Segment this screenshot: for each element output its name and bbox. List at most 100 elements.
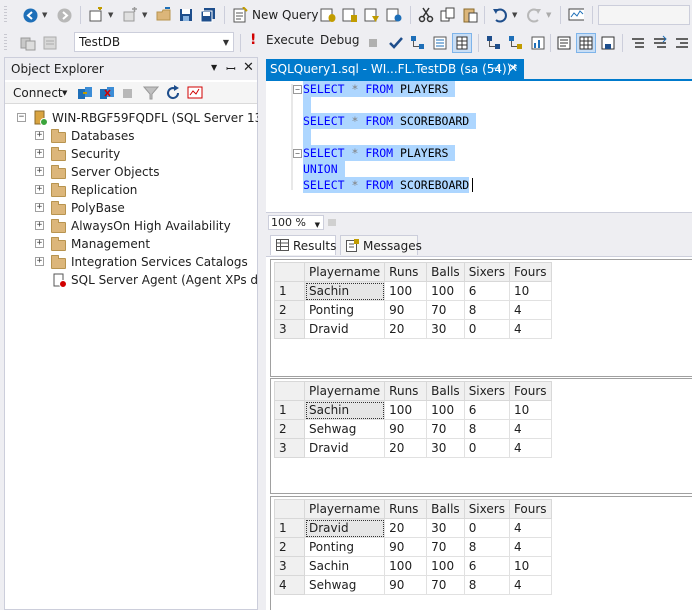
- table-cell[interactable]: 4: [508, 438, 552, 458]
- add-item-dropdown-icon[interactable]: ▼: [142, 11, 147, 19]
- tab-sqlquery1[interactable]: SQLQuery1.sql - WI...FL.TestDB (sa (54))…: [266, 59, 524, 79]
- pin-icon[interactable]: ꟷ: [226, 60, 236, 77]
- row-number[interactable]: 2: [274, 300, 305, 320]
- expand-icon[interactable]: +: [35, 149, 44, 158]
- result-grid-3[interactable]: Playername Runs Balls Sixers Fours 1 Dra…: [270, 496, 692, 610]
- table-cell[interactable]: 90: [384, 300, 428, 320]
- analysis-query-icon[interactable]: [342, 7, 358, 23]
- table-cell[interactable]: 4: [508, 575, 552, 595]
- table-cell[interactable]: 20: [384, 518, 428, 538]
- result-grid-2[interactable]: Playername Runs Balls Sixers Fours 1 Sac…: [270, 378, 692, 494]
- column-header[interactable]: Fours: [508, 381, 552, 401]
- refresh-icon[interactable]: [165, 85, 181, 101]
- column-header[interactable]: Playername: [303, 381, 386, 401]
- undo-icon[interactable]: [492, 7, 508, 23]
- table-cell[interactable]: 4: [508, 518, 552, 538]
- table-cell[interactable]: 100: [384, 281, 428, 301]
- database-select[interactable]: TestDB ▼: [74, 32, 234, 52]
- column-header[interactable]: Sixers: [463, 381, 510, 401]
- panel-splitter[interactable]: [258, 57, 266, 610]
- redo-dropdown-icon[interactable]: ▼: [546, 11, 551, 19]
- table-cell[interactable]: Dravid: [303, 438, 386, 458]
- corner-cell[interactable]: [274, 262, 305, 282]
- table-row[interactable]: 1 Sachin 100 100 6 10: [274, 400, 552, 420]
- table-cell[interactable]: 70: [426, 300, 465, 320]
- table-cell[interactable]: 6: [463, 400, 510, 420]
- back-dropdown-icon[interactable]: ▼: [42, 11, 47, 19]
- row-number[interactable]: 3: [274, 438, 305, 458]
- table-cell[interactable]: 4: [508, 319, 552, 339]
- table-cell[interactable]: Sachin: [303, 281, 386, 301]
- fold-icon[interactable]: −: [293, 85, 302, 94]
- connect-object-explorer-icon[interactable]: [77, 85, 93, 101]
- execute-icon[interactable]: !: [250, 32, 256, 48]
- query-editor[interactable]: − − SELECT * FROM PLAYERS SELECT * FROM …: [266, 81, 692, 212]
- back-icon[interactable]: [22, 7, 38, 23]
- open-file-icon[interactable]: [156, 7, 172, 23]
- column-header[interactable]: Balls: [426, 381, 465, 401]
- table-cell[interactable]: 8: [463, 575, 510, 595]
- table-cell[interactable]: 30: [426, 518, 465, 538]
- row-number[interactable]: 1: [274, 400, 305, 420]
- table-cell[interactable]: 100: [426, 556, 465, 576]
- table-cell[interactable]: 6: [463, 281, 510, 301]
- panel-menu-icon[interactable]: ▼: [211, 63, 217, 72]
- activity-monitor-icon[interactable]: [568, 7, 584, 23]
- table-cell[interactable]: Sehwag: [303, 419, 386, 439]
- table-cell[interactable]: 4: [508, 300, 552, 320]
- toolbar-grip[interactable]: [4, 34, 7, 52]
- table-cell[interactable]: 0: [463, 518, 510, 538]
- table-row[interactable]: 2 Sehwag 90 70 8 4: [274, 419, 552, 439]
- results-to-text-icon[interactable]: [556, 35, 572, 51]
- column-header[interactable]: Fours: [508, 499, 552, 519]
- column-header[interactable]: Sixers: [463, 262, 510, 282]
- connect-button[interactable]: Connect: [13, 86, 63, 100]
- uncomment-lines-icon[interactable]: [652, 35, 668, 51]
- row-number[interactable]: 3: [274, 319, 305, 339]
- column-header[interactable]: Runs: [384, 262, 428, 282]
- zoom-select[interactable]: 100 % ▼: [268, 215, 324, 230]
- fold-icon[interactable]: −: [293, 149, 302, 158]
- find-box[interactable]: [598, 5, 690, 25]
- table-row[interactable]: 1 Sachin 100 100 6 10: [274, 281, 552, 301]
- redo-icon[interactable]: [526, 7, 542, 23]
- table-cell[interactable]: 30: [426, 319, 465, 339]
- table-cell[interactable]: 10: [508, 556, 552, 576]
- column-header[interactable]: Runs: [384, 499, 428, 519]
- new-project-dropdown-icon[interactable]: ▼: [108, 11, 113, 19]
- table-row[interactable]: 3 Dravid 20 30 0 4: [274, 319, 552, 339]
- expand-icon[interactable]: +: [35, 131, 44, 140]
- estimated-plan-icon[interactable]: [410, 35, 426, 51]
- query-options-icon[interactable]: [432, 35, 448, 51]
- row-number[interactable]: 4: [274, 575, 305, 595]
- results-grid-toggle[interactable]: [576, 33, 596, 53]
- new-query-icon[interactable]: [232, 7, 248, 23]
- toolbar-grip[interactable]: [4, 6, 7, 24]
- comment-lines-icon[interactable]: [630, 35, 646, 51]
- table-cell[interactable]: 70: [426, 537, 465, 557]
- table-cell[interactable]: 10: [508, 281, 552, 301]
- table-cell[interactable]: Dravid: [303, 518, 386, 538]
- decrease-indent-icon[interactable]: [674, 35, 690, 51]
- column-header[interactable]: Balls: [426, 499, 465, 519]
- table-row[interactable]: 3 Sachin 100 100 6 10: [274, 556, 552, 576]
- pin-icon[interactable]: ⊣: [490, 62, 500, 75]
- results-to-grid-toggle[interactable]: [452, 33, 472, 53]
- client-statistics-icon[interactable]: [530, 35, 546, 51]
- forward-icon[interactable]: [56, 7, 72, 23]
- table-cell[interactable]: 0: [463, 438, 510, 458]
- table-cell[interactable]: 10: [508, 400, 552, 420]
- parse-checkmark-icon[interactable]: [388, 35, 404, 51]
- column-header[interactable]: Fours: [508, 262, 552, 282]
- change-connection-icon[interactable]: [20, 35, 36, 51]
- paste-icon[interactable]: [462, 7, 478, 23]
- filter-icon[interactable]: [143, 85, 159, 101]
- column-header[interactable]: Sixers: [463, 499, 510, 519]
- column-header[interactable]: Playername: [303, 499, 386, 519]
- table-cell[interactable]: 8: [463, 300, 510, 320]
- table-row[interactable]: 4 Sehwag 90 70 8 4: [274, 575, 552, 595]
- dmx-query-icon[interactable]: [386, 7, 402, 23]
- cancel-query-icon[interactable]: [369, 39, 377, 47]
- table-cell[interactable]: Sachin: [303, 556, 386, 576]
- table-cell[interactable]: 8: [463, 419, 510, 439]
